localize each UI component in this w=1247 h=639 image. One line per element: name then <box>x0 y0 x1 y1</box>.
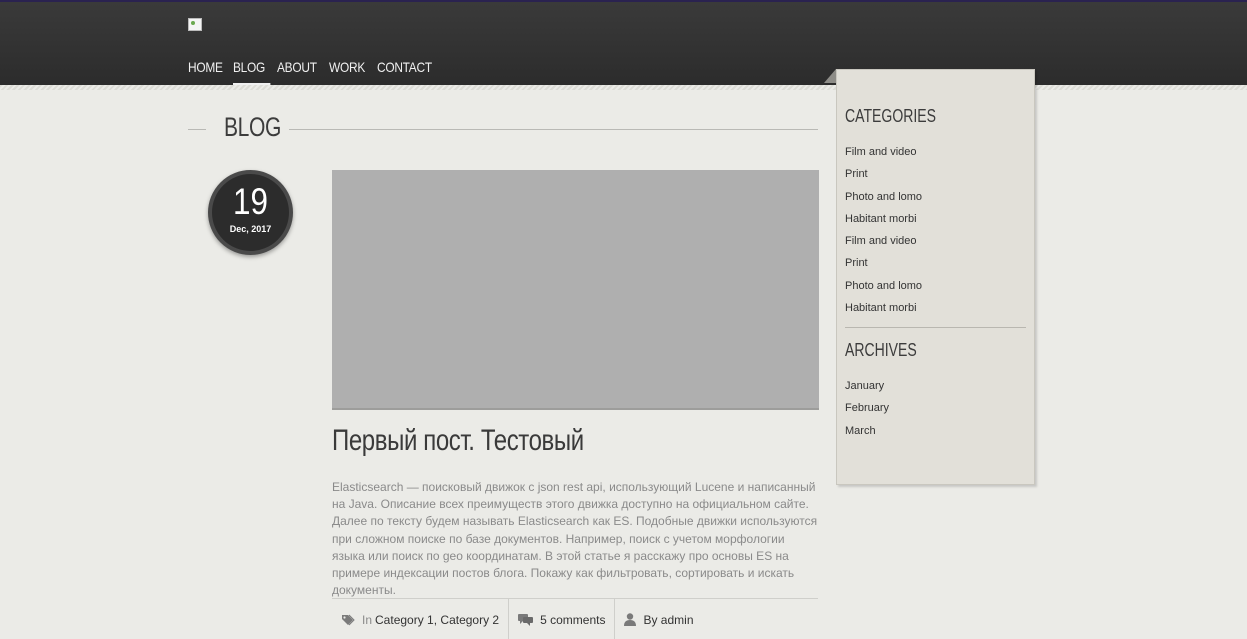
post-title[interactable]: Первый пост. Тестовый <box>332 424 584 458</box>
logo-sun <box>191 21 195 25</box>
nav-work[interactable]: WORK <box>329 57 370 85</box>
logo-frame <box>188 18 202 31</box>
comments-count[interactable]: 5 comments <box>540 613 605 627</box>
page-title-row: BLOG <box>188 112 818 144</box>
archives-heading: ARCHIVES <box>845 340 917 360</box>
archive-item[interactable]: January <box>845 375 889 397</box>
post-excerpt: Elasticsearch — поисковый движок с json … <box>332 480 818 598</box>
nav-blog[interactable]: BLOG <box>233 57 271 86</box>
categories-heading: CATEGORIES <box>845 106 937 126</box>
main-nav: HOME BLOG ABOUT WORK CONTACT <box>188 57 437 86</box>
post-image-placeholder[interactable] <box>332 170 819 410</box>
category-item[interactable]: Print <box>845 163 922 185</box>
broken-image-icon[interactable] <box>188 18 204 32</box>
post-month-year: Dec, 2017 <box>229 224 272 234</box>
category-item[interactable]: Film and video <box>845 141 922 163</box>
nav-home[interactable]: HOME <box>188 57 226 85</box>
tag-icon <box>342 614 355 625</box>
category-separator: , <box>433 612 438 627</box>
category-link[interactable]: Category 2 <box>440 613 499 627</box>
sidebar-divider <box>845 327 1026 328</box>
author-name[interactable]: By admin <box>643 613 693 627</box>
archive-item[interactable]: February <box>845 397 889 419</box>
sidebar-fold <box>824 69 836 83</box>
post-meta-bar: In Category 1, Category 2 5 comments By … <box>332 598 818 639</box>
post-author: By admin <box>615 599 702 639</box>
post-date-badge: 19 Dec, 2017 <box>208 170 293 255</box>
category-item[interactable]: Habitant morbi <box>845 208 922 230</box>
sidebar: CATEGORIES Film and video Print Photo an… <box>836 69 1035 485</box>
page-title: BLOG <box>224 112 281 142</box>
nav-about[interactable]: ABOUT <box>277 57 321 85</box>
nav-contact[interactable]: CONTACT <box>377 57 432 85</box>
category-item[interactable]: Habitant morbi <box>845 297 922 319</box>
categories-list: Film and video Print Photo and lomo Habi… <box>845 141 922 319</box>
post-categories: In Category 1, Category 2 <box>332 599 510 639</box>
site-header: HOME BLOG ABOUT WORK CONTACT <box>0 0 1247 90</box>
archive-item[interactable]: March <box>845 420 889 442</box>
category-item[interactable]: Photo and lomo <box>845 275 922 297</box>
in-label: In <box>362 612 373 627</box>
comments-icon <box>518 613 534 626</box>
category-item[interactable]: Print <box>845 252 922 274</box>
user-icon <box>624 613 637 626</box>
category-item[interactable]: Photo and lomo <box>845 186 922 208</box>
title-rule-right <box>289 129 818 130</box>
category-item[interactable]: Film and video <box>845 230 922 252</box>
title-rule-left <box>188 129 206 130</box>
post-comments[interactable]: 5 comments <box>509 599 616 639</box>
post-day: 19 <box>233 181 268 222</box>
archives-list: January February March <box>845 375 889 442</box>
category-link[interactable]: Category 1 <box>375 613 434 627</box>
